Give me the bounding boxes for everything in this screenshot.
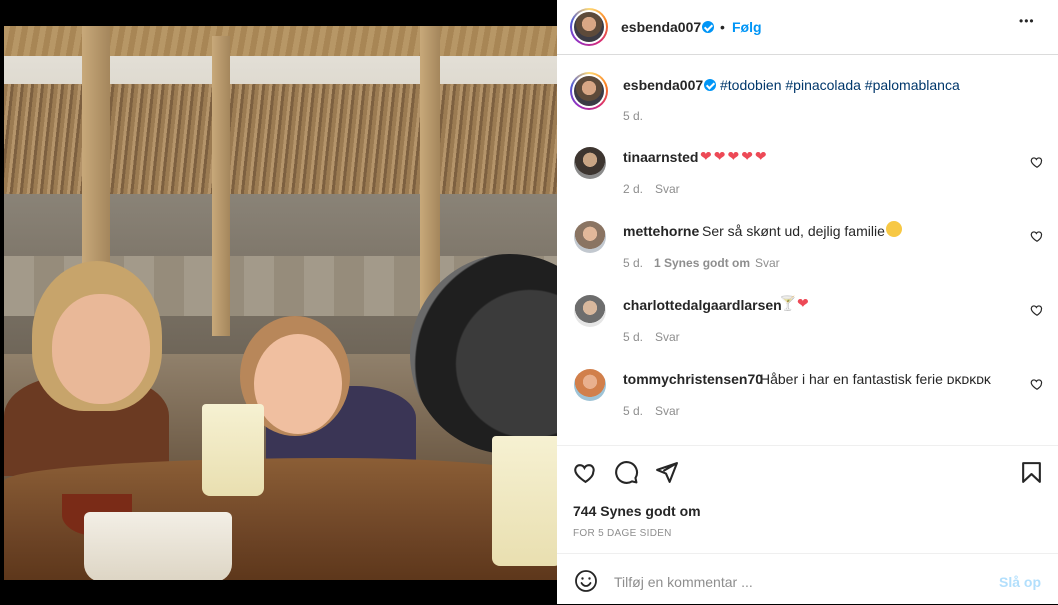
comment-text: Håber i har en fantastisk ferie ᴅᴋᴅᴋᴅᴋ [760, 371, 991, 387]
caption-avatar[interactable] [570, 72, 608, 110]
more-options-icon[interactable]: ••• [1019, 14, 1035, 28]
comment-icon[interactable] [614, 460, 639, 485]
likes-count[interactable]: 744 Synes godt om [573, 503, 701, 519]
comment-username[interactable]: tommychristensen70 [623, 371, 763, 387]
post-date: FOR 5 DAGE SIDEN [573, 528, 672, 539]
comment-username[interactable]: tinaarnsted [623, 149, 698, 165]
hearts-emoji: ❤❤❤❤❤ [700, 148, 769, 164]
save-icon[interactable] [1019, 460, 1044, 485]
comment-bar: Tilføj en kommentar ... Slå op [557, 553, 1058, 605]
post-header: esbenda007 • Følg ••• [557, 0, 1058, 55]
comment-time: 2 d. [623, 182, 644, 196]
comment-like-icon[interactable] [1030, 377, 1044, 391]
reply-button[interactable]: Svar [655, 330, 680, 344]
follow-button[interactable]: Følg [732, 19, 762, 35]
separator-dot: • [720, 19, 725, 35]
comment-text: Ser så skønt ud, dejlig familie [702, 223, 885, 239]
heart-emoji: ❤ [797, 295, 809, 311]
post-side-panel: esbenda007 • Følg ••• esbenda007 #todobi… [557, 0, 1058, 604]
reply-button[interactable]: Svar [755, 256, 780, 270]
comment-time: 5 d. [623, 404, 644, 418]
caption-time: 5 d. [623, 109, 644, 123]
comment-like-icon[interactable] [1030, 155, 1044, 169]
comment-username[interactable]: mettehorne [623, 223, 699, 239]
comment-like-icon[interactable] [1030, 303, 1044, 317]
post-image[interactable] [4, 26, 557, 580]
comment-likes[interactable]: 1 Synes godt om [654, 256, 750, 270]
action-bar: 744 Synes godt om FOR 5 DAGE SIDEN [557, 445, 1058, 554]
reply-button[interactable]: Svar [655, 182, 680, 196]
verified-badge-icon [702, 21, 714, 33]
post-photo-area [0, 0, 557, 604]
comment-input[interactable]: Tilføj en kommentar ... [614, 574, 753, 590]
comment-username[interactable]: charlottedalgaardlarsen [623, 297, 782, 313]
commenter-avatar[interactable] [574, 369, 606, 401]
comment-like-icon[interactable] [1030, 229, 1044, 243]
caption-hashtags[interactable]: #todobien #pinacolada #palomablanca [720, 77, 960, 93]
commenter-avatar[interactable] [574, 147, 606, 179]
caption-username[interactable]: esbenda007 [623, 77, 703, 93]
comments-list[interactable]: esbenda007 #todobien #pinacolada #paloma… [557, 55, 1058, 445]
share-icon[interactable] [654, 460, 679, 485]
avatar[interactable] [570, 8, 608, 46]
commenter-avatar[interactable] [574, 295, 606, 327]
reply-button[interactable]: Svar [655, 404, 680, 418]
like-icon[interactable] [573, 460, 598, 485]
commenter-avatar[interactable] [574, 221, 606, 253]
comment-time: 5 d. [623, 256, 644, 270]
post-username[interactable]: esbenda007 [621, 19, 701, 35]
smile-emoji [886, 221, 902, 237]
verified-badge-icon [704, 79, 716, 91]
cocktail-emoji: 🍸 [779, 295, 797, 311]
emoji-icon[interactable] [574, 569, 598, 593]
comment-time: 5 d. [623, 330, 644, 344]
post-modal: esbenda007 • Følg ••• esbenda007 #todobi… [0, 0, 1058, 604]
post-comment-button[interactable]: Slå op [999, 574, 1041, 590]
